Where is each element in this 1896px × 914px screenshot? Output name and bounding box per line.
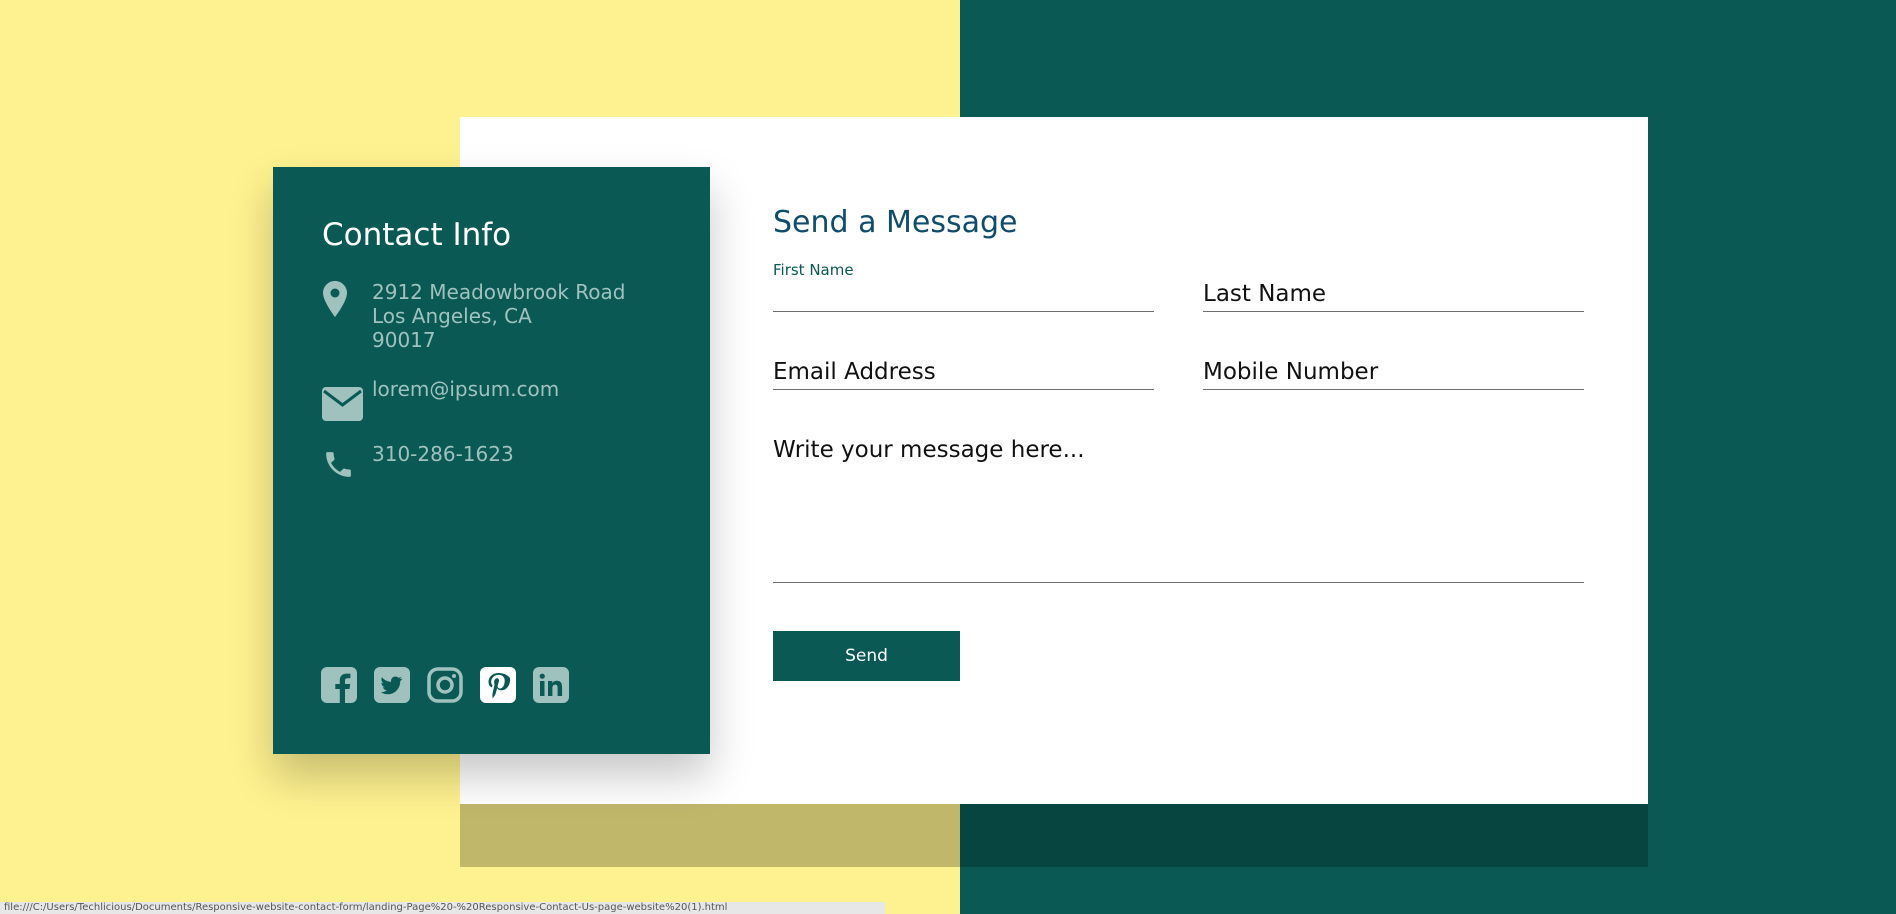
mobile-field-wrap <box>1203 359 1584 390</box>
twitter-icon[interactable] <box>374 667 410 703</box>
address-text: 2912 Meadowbrook Road Los Angeles, CA 90… <box>372 280 625 352</box>
linkedin-icon[interactable] <box>533 667 569 703</box>
card-shadow-left <box>460 804 960 867</box>
form-title: Send a Message <box>773 205 1018 240</box>
phone-icon <box>322 442 372 485</box>
contact-info-panel: Contact Info 2912 Meadowbrook Road Los A… <box>273 167 710 754</box>
contact-info-title: Contact Info <box>322 217 512 253</box>
email-field-wrap <box>773 359 1154 390</box>
instagram-icon[interactable] <box>427 667 463 703</box>
envelope-icon <box>322 377 372 425</box>
facebook-icon[interactable] <box>321 667 357 703</box>
email-row: lorem@ipsum.com <box>322 377 559 425</box>
browser-status-bar: file:///C:/Users/Techlicious/Documents/R… <box>0 902 885 914</box>
mobile-input[interactable] <box>1203 359 1584 385</box>
pinterest-icon[interactable] <box>480 667 516 703</box>
first-name-input[interactable] <box>773 281 1154 307</box>
first-name-field-wrap <box>773 281 1154 312</box>
phone-text[interactable]: 310-286-1623 <box>372 442 514 466</box>
location-pin-icon <box>322 280 372 322</box>
address-row: 2912 Meadowbrook Road Los Angeles, CA 90… <box>322 280 625 352</box>
address-line-3: 90017 <box>372 328 436 352</box>
first-name-label: First Name <box>773 261 854 279</box>
send-button[interactable]: Send <box>773 631 960 681</box>
address-line-2: Los Angeles, CA <box>372 304 532 328</box>
email-input[interactable] <box>773 359 1154 385</box>
address-line-1: 2912 Meadowbrook Road <box>372 280 626 304</box>
phone-row: 310-286-1623 <box>322 442 514 485</box>
email-text[interactable]: lorem@ipsum.com <box>372 377 559 401</box>
last-name-input[interactable] <box>1203 281 1584 307</box>
card-shadow-right <box>960 804 1648 867</box>
message-field-wrap <box>773 437 1584 583</box>
last-name-field-wrap <box>1203 281 1584 312</box>
message-textarea[interactable] <box>773 437 1584 577</box>
social-links <box>321 667 569 703</box>
